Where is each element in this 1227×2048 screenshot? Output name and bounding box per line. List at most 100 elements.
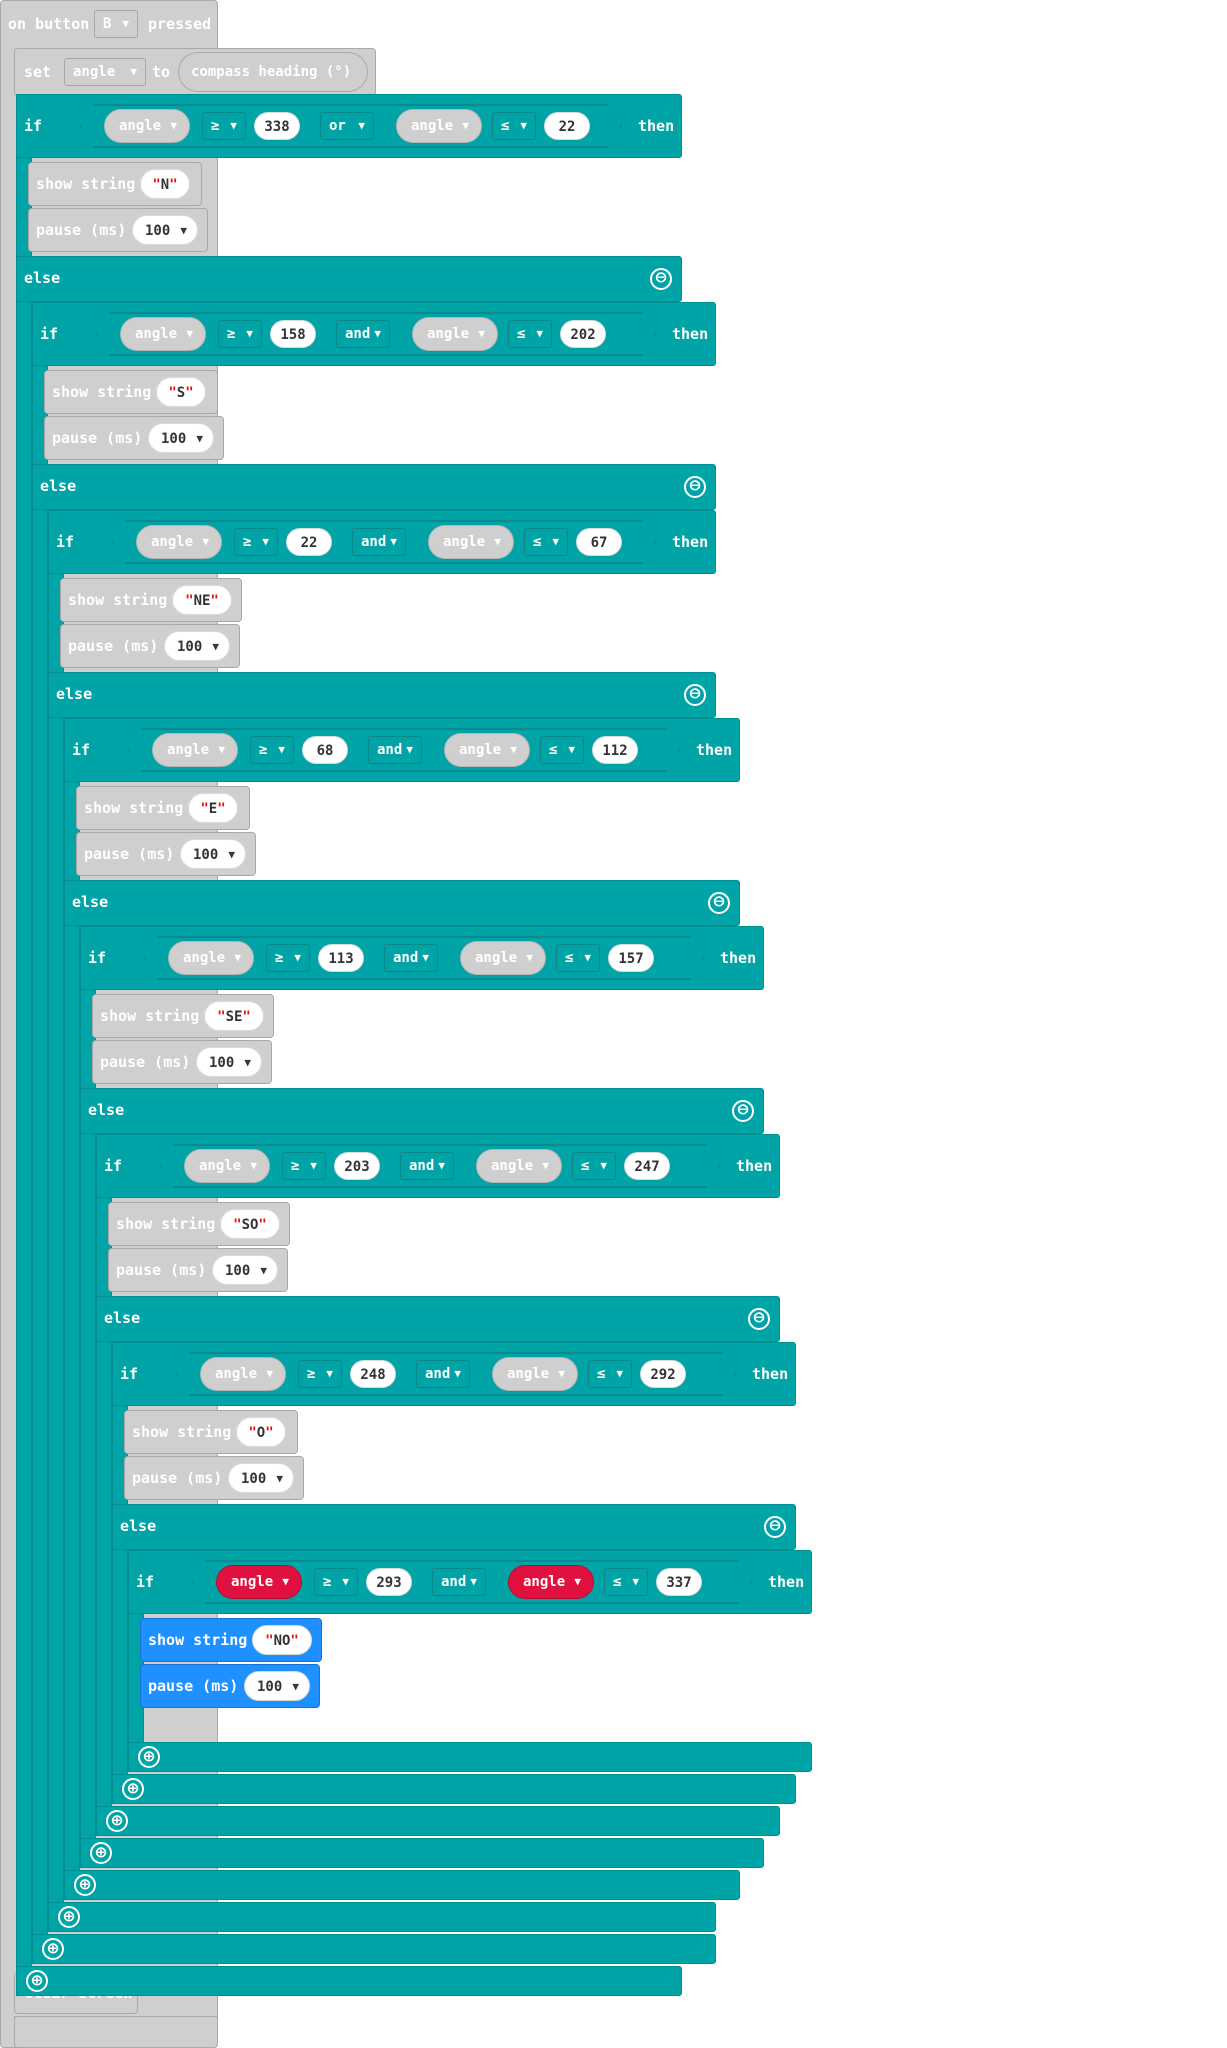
remove-else-minus-icon[interactable]: ⊖	[684, 476, 706, 498]
low-bound-number[interactable]: 113	[318, 944, 364, 972]
angle-variable-reporter[interactable]: angle ▼	[444, 733, 530, 767]
comparison-operator-dropdown[interactable]: ≥ ▼	[234, 528, 278, 556]
logic-operator-dropdown[interactable]: and ▼	[400, 1152, 454, 1180]
chevron-down-icon: ▼	[170, 119, 177, 132]
remove-else-minus-icon[interactable]: ⊖	[708, 892, 730, 914]
logic-operator-dropdown[interactable]: and ▼	[352, 528, 406, 556]
low-bound-number[interactable]: 68	[302, 736, 348, 764]
remove-else-minus-icon[interactable]: ⊖	[650, 268, 672, 290]
if-block-footer	[64, 1870, 740, 1900]
logic-operator-dropdown[interactable]: and ▼	[432, 1568, 486, 1596]
pause-value-dropdown[interactable]: 100 ▼	[164, 631, 230, 661]
string-value[interactable]: "SE"	[204, 1001, 264, 1031]
comparison-operator-dropdown[interactable]: ≤ ▼	[508, 320, 552, 348]
add-else-plus-icon[interactable]: ⊕	[74, 1874, 96, 1896]
logic-operator-dropdown[interactable]: and ▼	[336, 320, 390, 348]
low-bound-number[interactable]: 158	[270, 320, 316, 348]
set-variable-dropdown[interactable]: angle ▼	[64, 58, 146, 86]
high-bound-number[interactable]: 247	[624, 1152, 670, 1180]
pause-value-dropdown[interactable]: 100 ▼	[212, 1255, 278, 1285]
high-bound-number[interactable]: 67	[576, 528, 622, 556]
add-else-plus-icon[interactable]: ⊕	[58, 1906, 80, 1928]
comparison-operator-dropdown[interactable]: ≤ ▼	[524, 528, 568, 556]
remove-else-minus-icon[interactable]: ⊖	[764, 1516, 786, 1538]
angle-variable-reporter[interactable]: angle ▼	[412, 317, 498, 351]
low-bound-number[interactable]: 293	[366, 1568, 412, 1596]
comparison-operator-dropdown[interactable]: ≤ ▼	[572, 1152, 616, 1180]
remove-else-minus-icon[interactable]: ⊖	[748, 1308, 770, 1330]
logic-operator-dropdown[interactable]: or ▼	[320, 112, 374, 140]
add-else-plus-icon[interactable]: ⊕	[90, 1842, 112, 1864]
remove-else-minus-icon[interactable]: ⊖	[732, 1100, 754, 1122]
comparison-operator-dropdown[interactable]: ≤ ▼	[492, 112, 536, 140]
low-bound-number[interactable]: 22	[286, 528, 332, 556]
add-else-plus-icon[interactable]: ⊕	[106, 1810, 128, 1832]
add-else-plus-icon[interactable]: ⊕	[42, 1938, 64, 1960]
string-value[interactable]: "NO"	[252, 1625, 312, 1655]
comparison-operator-dropdown[interactable]: ≤ ▼	[540, 736, 584, 764]
high-bound-number[interactable]: 337	[656, 1568, 702, 1596]
string-value[interactable]: "S"	[156, 377, 206, 407]
angle-variable-reporter[interactable]: angle ▼	[200, 1357, 286, 1391]
pause-value-dropdown[interactable]: 100 ▼	[180, 839, 246, 869]
angle-variable-reporter[interactable]: angle ▼	[428, 525, 514, 559]
logic-operator-dropdown[interactable]: and ▼	[384, 944, 438, 972]
angle-variable-reporter[interactable]: angle ▼	[184, 1149, 270, 1183]
string-value[interactable]: "N"	[140, 169, 190, 199]
low-bound-number[interactable]: 203	[334, 1152, 380, 1180]
comparison-operator-dropdown[interactable]: ≤ ▼	[604, 1568, 648, 1596]
if-block-footer	[80, 1838, 764, 1868]
add-else-plus-icon[interactable]: ⊕	[138, 1746, 160, 1768]
pause-value-dropdown[interactable]: 100 ▼	[132, 215, 198, 245]
else-label: else	[56, 685, 93, 703]
comparison-operator-dropdown[interactable]: ≥ ▼	[282, 1152, 326, 1180]
angle-variable-reporter[interactable]: angle ▼	[120, 317, 206, 351]
low-bound-number[interactable]: 338	[254, 112, 300, 140]
compass-heading-block[interactable]: compass heading (°)	[178, 52, 368, 92]
comparison-operator-dropdown[interactable]: ≥ ▼	[218, 320, 262, 348]
high-bound-number[interactable]: 202	[560, 320, 606, 348]
angle-variable-reporter[interactable]: angle ▼	[508, 1565, 594, 1599]
angle-variable-reporter[interactable]: angle ▼	[476, 1149, 562, 1183]
operator-label: and	[409, 1158, 435, 1174]
else-row	[80, 1088, 764, 1134]
angle-variable-reporter[interactable]: angle ▼	[136, 525, 222, 559]
string-value[interactable]: "SO"	[220, 1209, 280, 1239]
pause-value-dropdown[interactable]: 100 ▼	[228, 1463, 294, 1493]
add-else-plus-icon[interactable]: ⊕	[122, 1778, 144, 1800]
pause-value-dropdown[interactable]: 100 ▼	[148, 423, 214, 453]
angle-variable-reporter[interactable]: angle ▼	[104, 109, 190, 143]
remove-else-minus-icon[interactable]: ⊖	[684, 684, 706, 706]
comparison-operator-dropdown[interactable]: ≥ ▼	[266, 944, 310, 972]
string-value[interactable]: "E"	[188, 793, 238, 823]
pause-value-dropdown[interactable]: 100 ▼	[196, 1047, 262, 1077]
comparison-operator-dropdown[interactable]: ≤ ▼	[556, 944, 600, 972]
angle-variable-reporter[interactable]: angle ▼	[216, 1565, 302, 1599]
pause-label: pause (ms)	[84, 845, 175, 863]
comparison-operator-dropdown[interactable]: ≥ ▼	[202, 112, 246, 140]
high-bound-number[interactable]: 157	[608, 944, 654, 972]
comparison-operator-dropdown[interactable]: ≥ ▼	[250, 736, 294, 764]
comparison-operator-dropdown[interactable]: ≥ ▼	[314, 1568, 358, 1596]
chevron-down-icon: ▼	[218, 743, 225, 756]
string-value[interactable]: "NE"	[172, 585, 232, 615]
string-value[interactable]: "O"	[236, 1417, 286, 1447]
add-else-plus-icon[interactable]: ⊕	[26, 1970, 48, 1992]
angle-variable-reporter[interactable]: angle ▼	[460, 941, 546, 975]
angle-variable-reporter[interactable]: angle ▼	[152, 733, 238, 767]
button-dropdown[interactable]: B ▼	[94, 10, 138, 38]
high-bound-number[interactable]: 292	[640, 1360, 686, 1388]
angle-variable-reporter[interactable]: angle ▼	[168, 941, 254, 975]
comparison-operator-dropdown[interactable]: ≥ ▼	[298, 1360, 342, 1388]
angle-variable-reporter[interactable]: angle ▼	[492, 1357, 578, 1391]
high-bound-number[interactable]: 112	[592, 736, 638, 764]
logic-operator-dropdown[interactable]: and ▼	[368, 736, 422, 764]
comparison-operator-dropdown[interactable]: ≤ ▼	[588, 1360, 632, 1388]
chevron-down-icon: ▼	[406, 743, 413, 756]
high-bound-number[interactable]: 22	[544, 112, 590, 140]
logic-operator-dropdown[interactable]: and ▼	[416, 1360, 470, 1388]
low-bound-number[interactable]: 248	[350, 1360, 396, 1388]
angle-variable-reporter[interactable]: angle ▼	[396, 109, 482, 143]
pause-value-dropdown[interactable]: 100 ▼	[244, 1671, 310, 1701]
chevron-down-icon: ▼	[196, 432, 203, 445]
